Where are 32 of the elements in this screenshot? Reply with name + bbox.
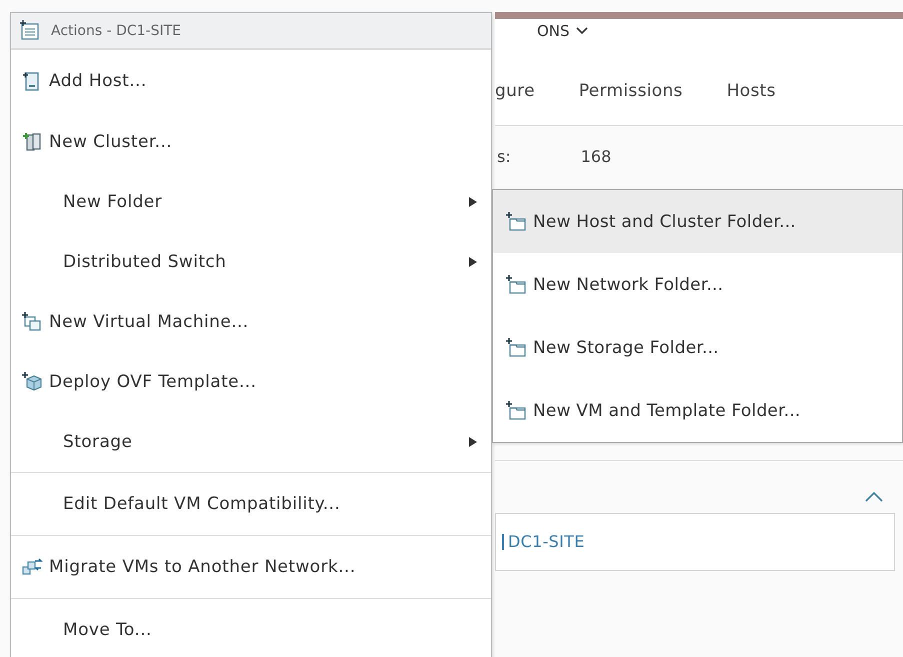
menu-item[interactable]: Edit Default VM Compatibility... bbox=[11, 472, 491, 535]
menu-item[interactable]: New Virtual Machine... bbox=[11, 292, 491, 352]
header-menu[interactable]: ONS bbox=[537, 21, 588, 41]
tab[interactable]: gure bbox=[495, 80, 535, 100]
folder-plus-icon bbox=[505, 400, 527, 422]
folder-plus-icon bbox=[505, 274, 527, 296]
datacenter-link[interactable]: DC1-SITE bbox=[502, 534, 585, 550]
menu-item[interactable]: New Cluster... bbox=[11, 112, 491, 172]
tab[interactable]: Hosts bbox=[726, 80, 776, 100]
menu-title: Actions - DC1-SITE bbox=[51, 22, 182, 38]
chevron-up-icon[interactable] bbox=[865, 491, 883, 503]
submenu-item[interactable]: New Storage Folder... bbox=[493, 316, 902, 379]
menu-item[interactable]: Migrate VMs to Another Network... bbox=[11, 535, 491, 598]
menu-item[interactable]: Deploy OVF Template... bbox=[11, 352, 491, 412]
servers-plus-icon bbox=[21, 131, 43, 153]
folder-plus-icon bbox=[505, 210, 527, 232]
submenu-item[interactable]: New Network Folder... bbox=[493, 253, 902, 316]
menu-item[interactable]: Distributed Switch bbox=[11, 232, 491, 292]
box-plus-icon bbox=[21, 371, 43, 393]
summary-value: 168 bbox=[580, 146, 612, 166]
folder-plus-icon bbox=[505, 336, 527, 358]
document-icon bbox=[19, 20, 41, 42]
windows-plus-icon bbox=[21, 311, 43, 333]
menu-item[interactable]: New Folder bbox=[11, 172, 491, 232]
summary-label: s: bbox=[497, 146, 511, 166]
menu-item[interactable]: Storage bbox=[11, 412, 491, 472]
menu-item[interactable]: Move To... bbox=[11, 598, 491, 657]
submenu-item[interactable]: New Host and Cluster Folder... bbox=[493, 190, 902, 253]
submenu-item[interactable]: New VM and Template Folder... bbox=[493, 379, 902, 442]
chevron-down-icon bbox=[576, 27, 588, 35]
tab[interactable]: Permissions bbox=[578, 80, 683, 100]
menu-item[interactable]: Add Host... bbox=[11, 49, 491, 112]
